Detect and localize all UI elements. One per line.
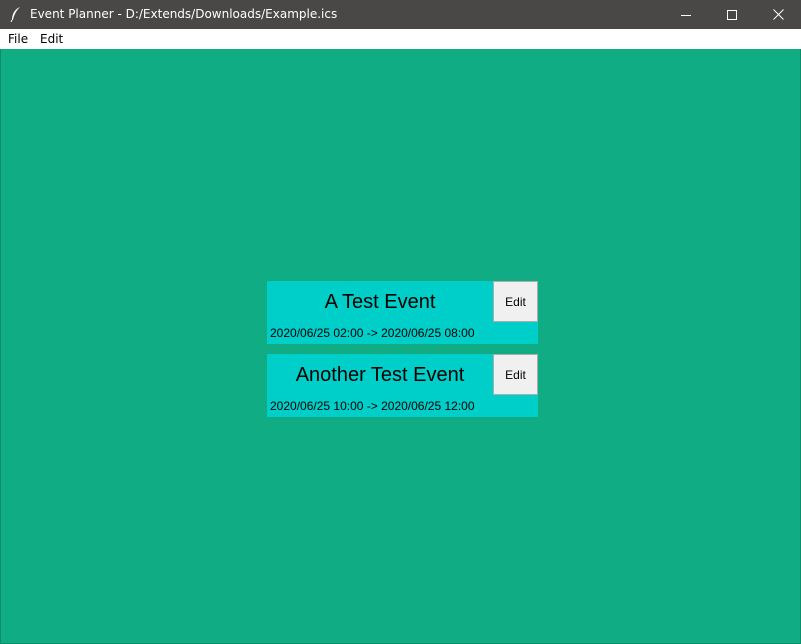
minimize-icon (681, 10, 691, 20)
event-card: Another Test Event Edit 2020/06/25 10:00… (267, 354, 538, 417)
close-button[interactable] (755, 0, 801, 29)
event-time-range: 2020/06/25 10:00 -> 2020/06/25 12:00 (270, 399, 475, 413)
app-window: Event Planner - D:/Extends/Downloads/Exa… (0, 0, 801, 644)
event-time-range: 2020/06/25 02:00 -> 2020/06/25 08:00 (270, 326, 475, 340)
event-card: A Test Event Edit 2020/06/25 02:00 -> 20… (267, 281, 538, 344)
edit-event-button[interactable]: Edit (493, 281, 538, 322)
menu-bar: File Edit (0, 29, 801, 49)
menu-edit[interactable]: Edit (40, 32, 63, 46)
event-list-area: A Test Event Edit 2020/06/25 02:00 -> 20… (0, 49, 801, 644)
event-title: Another Test Event (295, 363, 465, 386)
minimize-button[interactable] (663, 0, 709, 29)
event-title: A Test Event (324, 290, 436, 313)
feather-icon (9, 6, 23, 23)
maximize-button[interactable] (709, 0, 755, 29)
window-title: Event Planner - D:/Extends/Downloads/Exa… (30, 7, 338, 21)
menu-file[interactable]: File (8, 32, 28, 46)
title-bar[interactable]: Event Planner - D:/Extends/Downloads/Exa… (0, 0, 801, 29)
edit-event-button[interactable]: Edit (493, 354, 538, 395)
close-icon (772, 9, 784, 20)
maximize-icon (727, 9, 737, 20)
